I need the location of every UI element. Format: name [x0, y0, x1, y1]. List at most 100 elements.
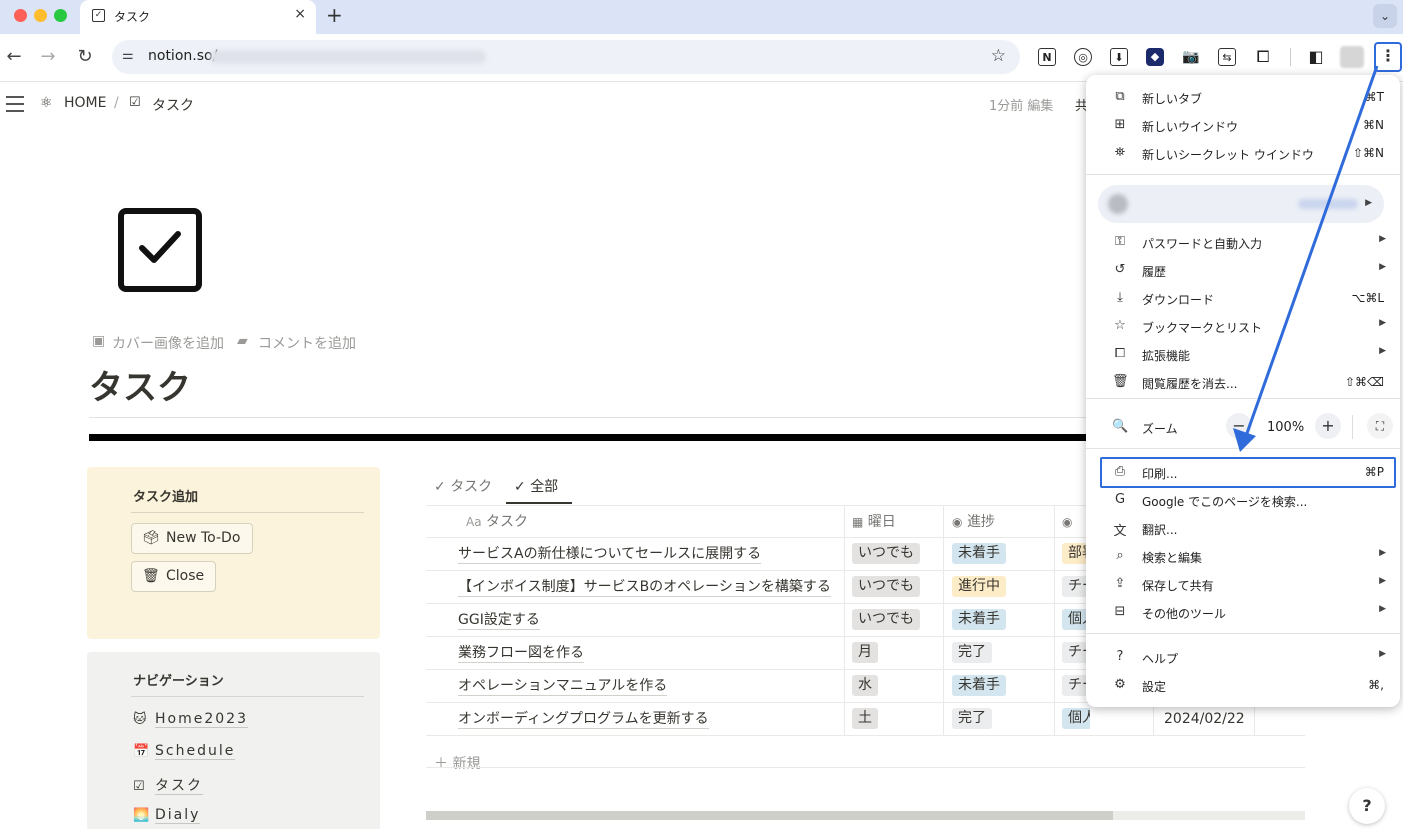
- owner-cell[interactable]: 個人: [1062, 703, 1090, 736]
- site-info-icon[interactable]: ⚌: [122, 48, 134, 63]
- menu-item-save-share[interactable]: ⇪ 保存して共有 ▶: [1086, 570, 1400, 598]
- menu-item-incognito[interactable]: ⛯ 新しいシークレット ウインドウ ⇧⌘N: [1086, 139, 1400, 167]
- menu-item-search-edit[interactable]: ⌕ 検索と編集 ▶: [1086, 542, 1400, 570]
- shield-icon[interactable]: ◆: [1146, 48, 1164, 66]
- day-cell[interactable]: 土: [852, 703, 878, 736]
- horizontal-scrollbar[interactable]: [426, 811, 1305, 820]
- menu-item-help[interactable]: ? ヘルプ ▶: [1086, 643, 1400, 671]
- note-icon[interactable]: ◎: [1074, 48, 1092, 66]
- fullscreen-button[interactable]: ⛶: [1367, 413, 1393, 439]
- menu-item-new-tab[interactable]: ⧉ 新しいタブ ⌘T: [1086, 83, 1400, 111]
- breadcrumb-home[interactable]: HOME: [64, 95, 106, 111]
- tab-search-button[interactable]: ⌄: [1373, 4, 1397, 28]
- task-title[interactable]: 業務フロー図を作る: [458, 644, 584, 663]
- menu-item-extensions[interactable]: ⧠ 拡張機能 ▶: [1086, 340, 1400, 368]
- translate-icon[interactable]: ⇆: [1218, 48, 1236, 66]
- sidebar-icon[interactable]: ◧: [1307, 48, 1325, 66]
- task-cell[interactable]: 【インボイス制度】サービスBのオペレーションを構築する: [458, 571, 838, 604]
- status-cell[interactable]: 未着手: [952, 604, 1006, 637]
- close-button[interactable]: 🗑 Close: [131, 561, 216, 592]
- page-checkbox-icon[interactable]: [118, 208, 202, 292]
- button-label: Close: [166, 568, 205, 584]
- tab-close-icon[interactable]: ×: [294, 6, 306, 22]
- menu-item-trash[interactable]: 🗑 閲覧履歴を消去... ⇧⌘⌫: [1086, 368, 1400, 396]
- reload-button[interactable]: ↻: [73, 46, 97, 67]
- menu-item-bookmark-star[interactable]: ☆ ブックマークとリスト ▶: [1086, 312, 1400, 340]
- chrome-menu-button[interactable]: ⋮: [1374, 42, 1402, 72]
- zoom-in-button[interactable]: +: [1315, 413, 1341, 439]
- task-title[interactable]: オペレーションマニュアルを作る: [458, 677, 668, 696]
- hamburger-menu-icon[interactable]: [6, 96, 24, 117]
- day-cell[interactable]: いつでも: [852, 571, 920, 604]
- nav-link-home2023[interactable]: 🐱 Home2023: [133, 711, 248, 728]
- task-cell[interactable]: オンボーディングプログラムを更新する: [458, 703, 838, 736]
- button-label: New To-Do: [166, 530, 241, 546]
- search-edit-icon: ⌕: [1116, 548, 1124, 563]
- zoom-window-button[interactable]: [54, 9, 67, 22]
- camera-icon[interactable]: 📷: [1182, 48, 1200, 66]
- status-cell[interactable]: 未着手: [952, 670, 1006, 703]
- new-todo-button[interactable]: 🗳 New To-Do: [131, 523, 253, 554]
- close-window-button[interactable]: [14, 9, 27, 22]
- scrollbar-thumb[interactable]: [426, 811, 1113, 820]
- profile-menu-item[interactable]: ▶: [1098, 185, 1384, 223]
- address-bar[interactable]: ⚌ notion.so/ ☆: [112, 40, 1020, 74]
- table-row[interactable]: オンボーディングプログラムを更新する 土 完了 個人 2024/02/22: [426, 703, 1305, 736]
- task-cell[interactable]: 業務フロー図を作る: [458, 637, 838, 670]
- column-header-task[interactable]: Aa タスク: [466, 506, 528, 539]
- cat-icon: 🐱: [133, 712, 147, 727]
- task-title[interactable]: サービスAの新仕様についてセールスに展開する: [458, 545, 762, 564]
- day-cell[interactable]: 月: [852, 637, 878, 670]
- status-cell[interactable]: 完了: [952, 637, 992, 670]
- nav-link-tasks[interactable]: ☑ タスク: [133, 775, 203, 795]
- notion-icon[interactable]: N: [1038, 48, 1056, 66]
- add-comment-button[interactable]: コメントを追加: [258, 333, 356, 353]
- task-title[interactable]: 【インボイス制度】サービスBのオペレーションを構築する: [458, 578, 831, 597]
- menu-item-label: Google でこのページを検索...: [1142, 495, 1308, 509]
- menu-item-new-window[interactable]: ⊞ 新しいウインドウ ⌘N: [1086, 111, 1400, 139]
- status-cell[interactable]: 未着手: [952, 538, 1006, 571]
- column-divider: [1054, 571, 1055, 604]
- zoom-out-button[interactable]: −: [1226, 413, 1252, 439]
- menu-item-settings-gear[interactable]: ⚙ 設定 ⌘,: [1086, 671, 1400, 699]
- task-cell[interactable]: サービスAの新仕様についてセールスに展開する: [458, 538, 838, 571]
- minimize-window-button[interactable]: [34, 9, 47, 22]
- nav-link-schedule[interactable]: 📅 Schedule: [133, 743, 236, 760]
- new-tab-button[interactable]: +: [326, 3, 343, 27]
- menu-item-translate[interactable]: 文 翻訳...: [1086, 514, 1400, 542]
- menu-item-key[interactable]: ⚿ パスワードと自動入力 ▶: [1086, 228, 1400, 256]
- forward-button[interactable]: →: [36, 46, 60, 67]
- nav-link-dialy[interactable]: 🌅 Dialy: [133, 807, 201, 824]
- view-tab-all[interactable]: ✓ 全部: [514, 476, 558, 496]
- column-header-status[interactable]: ◉ 進捗: [952, 506, 995, 539]
- status-cell[interactable]: 完了: [952, 703, 992, 736]
- task-title[interactable]: オンボーディングプログラムを更新する: [458, 710, 709, 729]
- add-cover-button[interactable]: カバー画像を追加: [112, 333, 224, 353]
- day-cell[interactable]: いつでも: [852, 538, 920, 571]
- menu-item-label: ダウンロード: [1142, 293, 1215, 307]
- day-cell[interactable]: いつでも: [852, 604, 920, 637]
- back-button[interactable]: ←: [2, 46, 26, 67]
- help-button[interactable]: ?: [1349, 788, 1385, 824]
- download-icon[interactable]: ⬇: [1110, 48, 1128, 66]
- column-header-day[interactable]: ▦ 曜日: [852, 506, 896, 539]
- browser-tab-active[interactable]: ✓ タスク ×: [80, 0, 316, 34]
- status-cell[interactable]: 進行中: [952, 571, 1006, 604]
- view-tab-tasks[interactable]: ✓ タスク: [434, 476, 492, 496]
- page-title[interactable]: タスク: [89, 360, 191, 409]
- bookmark-star-icon[interactable]: ☆: [991, 46, 1006, 66]
- task-cell[interactable]: GGI設定する: [458, 604, 838, 637]
- puzzle-icon[interactable]: ⧠: [1254, 48, 1272, 66]
- date-cell[interactable]: 2024/02/22: [1164, 703, 1245, 736]
- task-cell[interactable]: オペレーションマニュアルを作る: [458, 670, 838, 703]
- day-cell[interactable]: 水: [852, 670, 878, 703]
- add-row-button[interactable]: ＋ 新規: [434, 753, 480, 773]
- avatar[interactable]: [1340, 46, 1364, 68]
- task-title[interactable]: GGI設定する: [458, 611, 540, 630]
- menu-item-label: パスワードと自動入力: [1142, 237, 1263, 251]
- menu-item-google[interactable]: G Google でこのページを検索...: [1086, 486, 1400, 514]
- breadcrumb-page[interactable]: タスク: [152, 95, 194, 115]
- menu-item-toolbox[interactable]: ⊟ その他のツール ▶: [1086, 598, 1400, 626]
- menu-item-download[interactable]: ⤓ ダウンロード ⌥⌘L: [1086, 284, 1400, 312]
- menu-item-history[interactable]: ↺ 履歴 ▶: [1086, 256, 1400, 284]
